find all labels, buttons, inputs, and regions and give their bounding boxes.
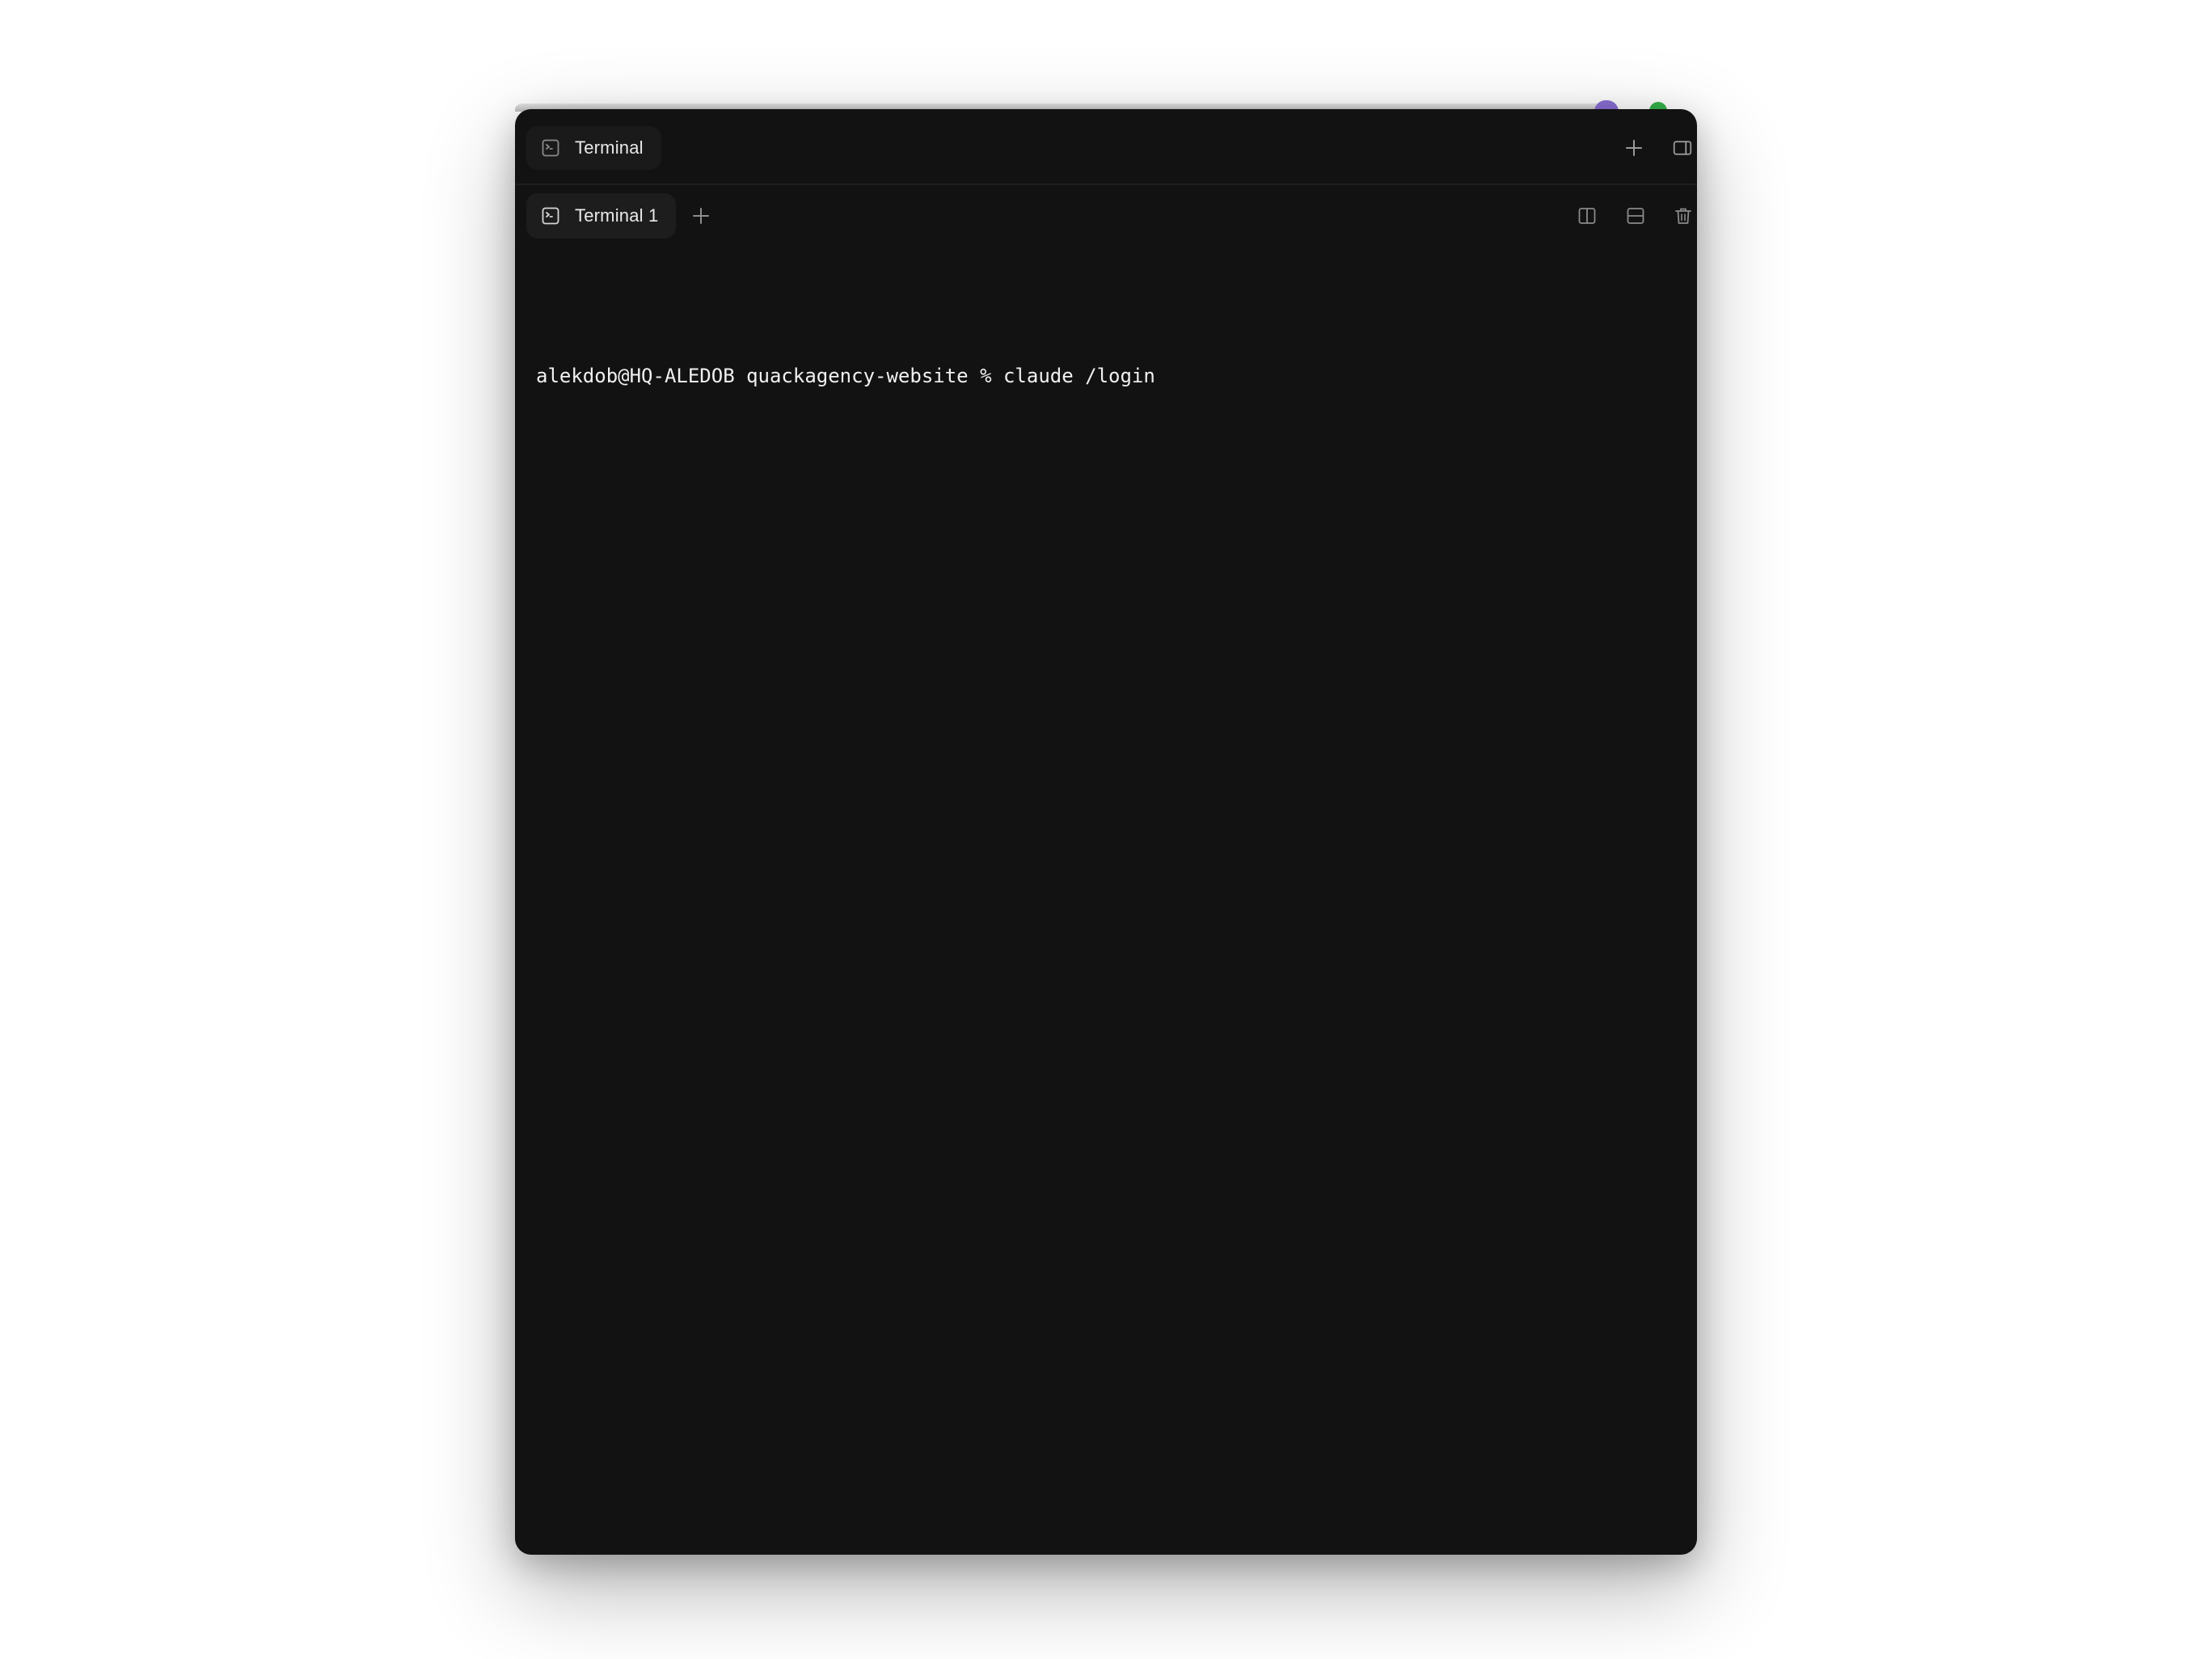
terminal-icon: [541, 206, 560, 226]
trash-icon: [1674, 206, 1693, 226]
terminal-icon: [541, 138, 560, 158]
plus-icon: [691, 206, 711, 226]
shell-prompt: alekdob@HQ-ALEDOB quackagency-website %: [536, 365, 1003, 387]
tab-terminal-1[interactable]: Terminal 1: [526, 193, 677, 239]
terminal-command-line: alekdob@HQ-ALEDOB quackagency-website % …: [536, 365, 1155, 387]
window-titlebar: Terminal: [515, 109, 1697, 185]
split-horizontal-button[interactable]: [1621, 201, 1650, 230]
toggle-panel-button[interactable]: [1668, 133, 1697, 163]
split-vertical-icon: [1577, 206, 1597, 226]
window-title: Terminal: [575, 137, 644, 158]
tab-label: Terminal 1: [575, 205, 659, 226]
sidebar-toggle-icon: [1673, 138, 1692, 158]
terminal-tabbar: Terminal 1: [515, 185, 1697, 248]
typed-command: claude /login: [1003, 365, 1155, 387]
plus-icon: [1624, 138, 1644, 158]
split-vertical-button[interactable]: [1572, 201, 1602, 230]
split-horizontal-icon: [1626, 206, 1645, 226]
window-title-tab[interactable]: Terminal: [526, 126, 661, 170]
add-tab-button[interactable]: [686, 201, 716, 230]
terminal-output[interactable]: alekdob@HQ-ALEDOB quackagency-website % …: [515, 248, 1697, 1555]
new-terminal-button[interactable]: [1619, 133, 1648, 163]
delete-terminal-button[interactable]: [1669, 201, 1697, 230]
terminal-window: Terminal Terminal 1 alekdob@HQ-ALEDOB qu…: [515, 109, 1697, 1555]
